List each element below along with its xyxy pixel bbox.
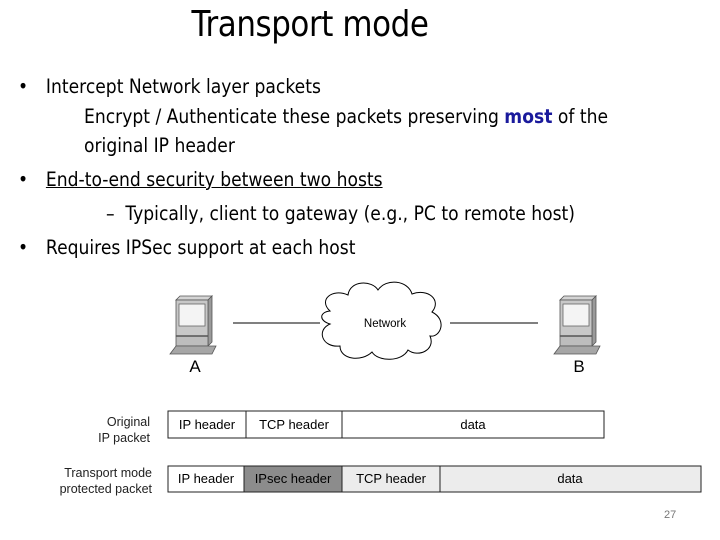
computer-a-icon xyxy=(169,295,217,355)
orig-data-text: data xyxy=(460,417,486,432)
protected-packet-label-2: protected packet xyxy=(60,482,153,496)
original-packet: IP header TCP header data xyxy=(167,410,605,439)
transport-mode-diagram: A B Network Original IP packet Transport… xyxy=(60,281,702,496)
prot-tcp-header-text: TCP header xyxy=(356,471,427,486)
computer-b-icon xyxy=(553,295,601,355)
original-packet-label-1: Original xyxy=(107,415,150,429)
host-a-label: A xyxy=(189,357,201,376)
network-label: Network xyxy=(364,318,406,330)
prot-ip-header-text: IP header xyxy=(178,471,235,486)
prot-ipsec-header-text: IPsec header xyxy=(255,471,332,486)
protected-packet-label-1: Transport mode xyxy=(64,466,152,480)
original-packet-label-2: IP packet xyxy=(98,431,150,445)
prot-data-text: data xyxy=(557,471,583,486)
host-b-label: B xyxy=(573,357,584,376)
orig-tcp-header-text: TCP header xyxy=(259,417,330,432)
orig-ip-header-text: IP header xyxy=(179,417,236,432)
protected-packet: IP header IPsec header TCP header data xyxy=(167,465,702,493)
page-number: 27 xyxy=(664,509,677,521)
